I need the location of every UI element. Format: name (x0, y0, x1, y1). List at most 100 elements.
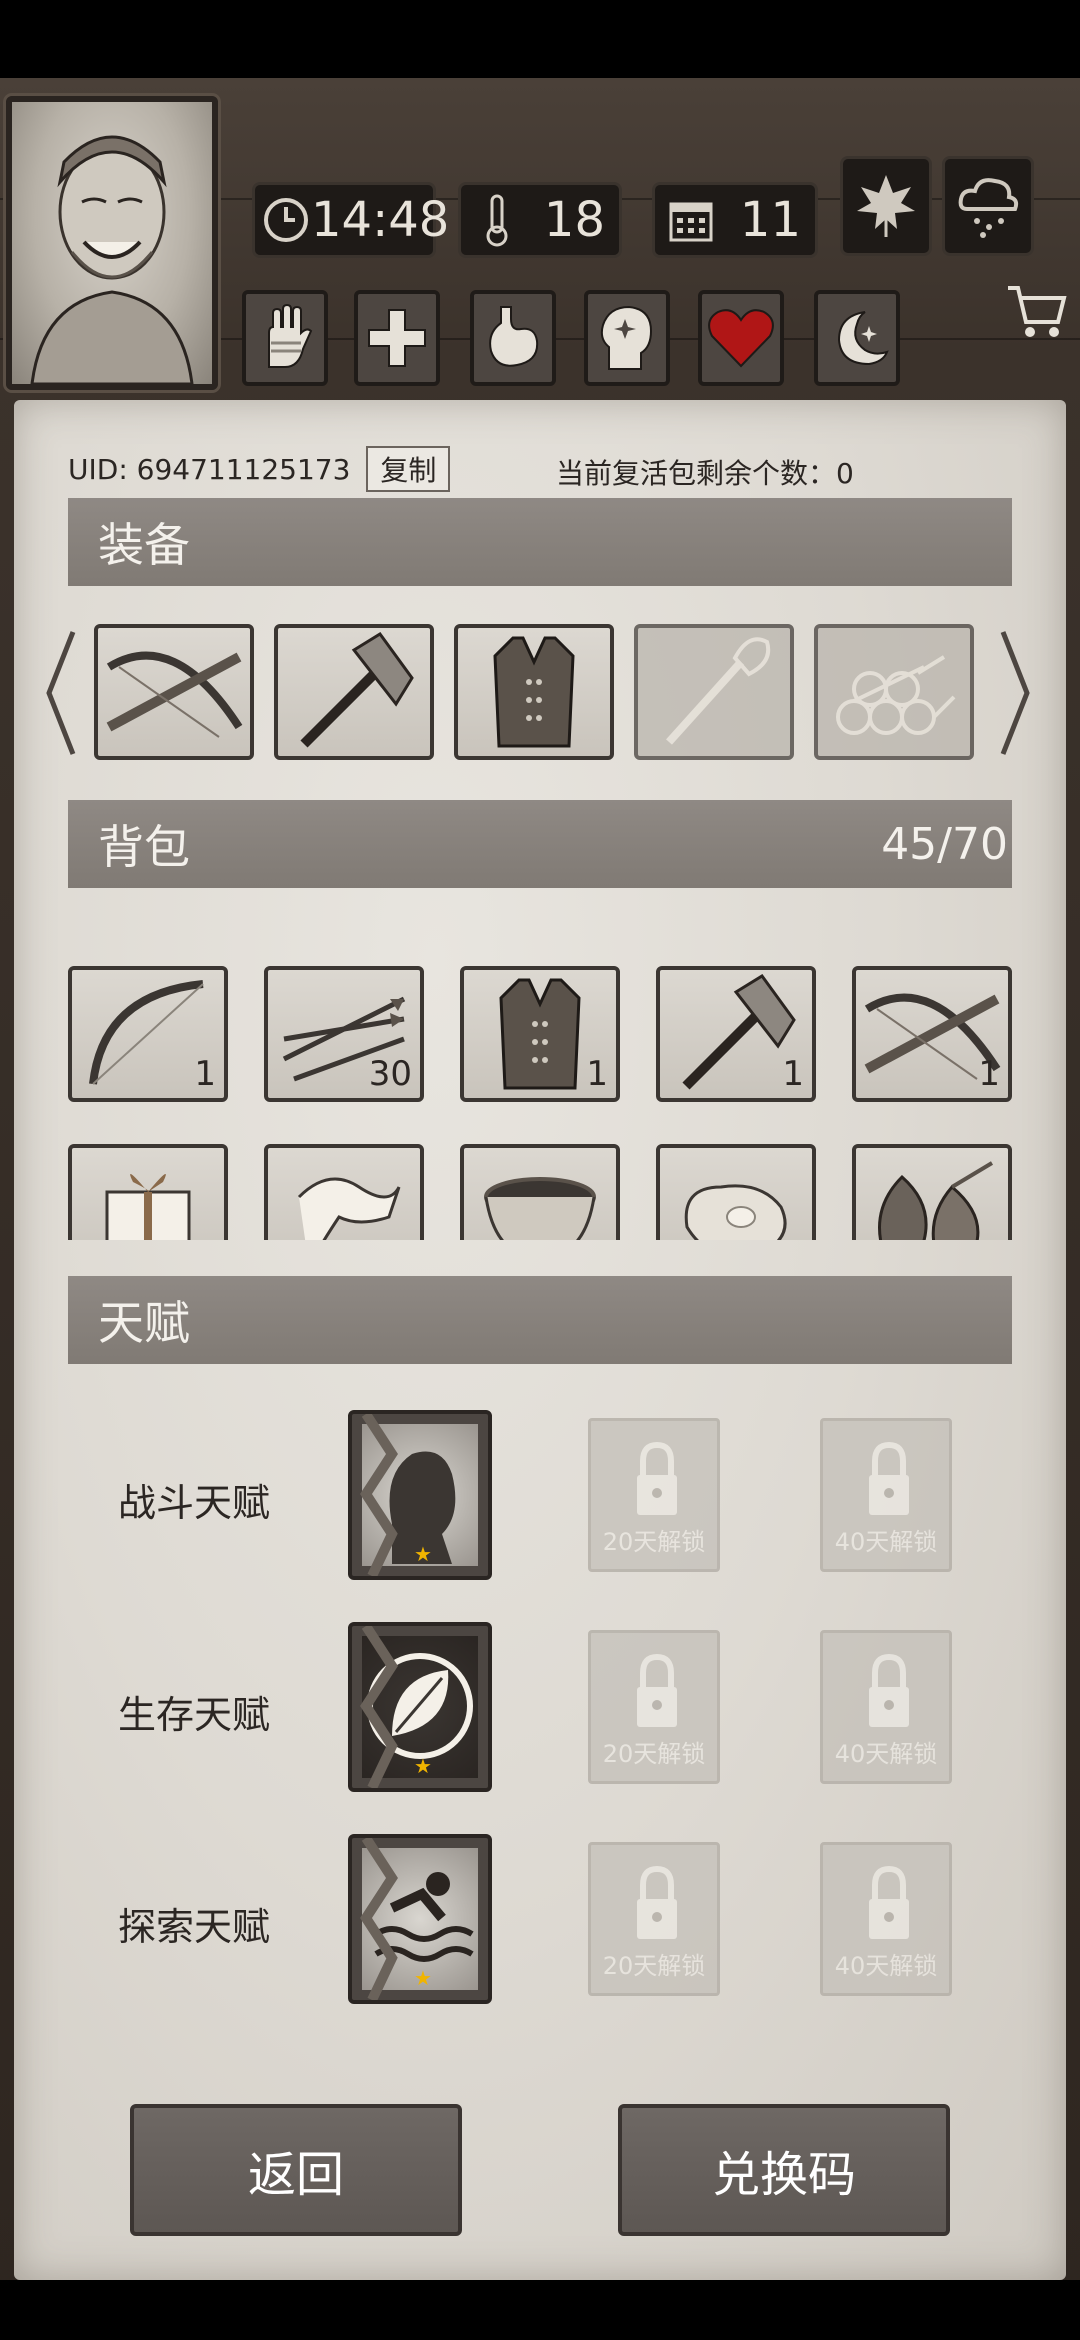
time-value: 14:48 (311, 192, 450, 248)
axe-icon (300, 632, 414, 748)
talent-locked-slot[interactable]: 40天解锁 (820, 1418, 952, 1572)
health-status-button[interactable] (354, 290, 440, 386)
calendar-icon (661, 190, 721, 250)
bag-slot-bow[interactable]: 1 (68, 966, 228, 1102)
talent-locked-slot[interactable]: 20天解锁 (588, 1418, 720, 1572)
chevron-right-icon (1000, 631, 1030, 755)
bandaged-hand-icon (268, 303, 313, 368)
back-button[interactable]: 返回 (130, 2104, 462, 2236)
star-icon: ★ (414, 1966, 432, 1990)
talent-locked-slot[interactable]: 40天解锁 (820, 1842, 952, 1996)
bag-slot-crossbow[interactable]: 1 (852, 966, 1012, 1102)
system-navigation-bar (0, 2280, 1080, 2340)
chevron-left-icon (46, 631, 76, 755)
bag-grid[interactable]: 1 30 1 1 1 (60, 960, 1020, 1240)
unlock-day-text: 20天解锁 (602, 1952, 706, 1980)
bag-title: 背包 (98, 820, 190, 874)
bag-slot-meat[interactable] (656, 1144, 816, 1240)
talents-title: 天赋 (98, 1296, 190, 1350)
talent-card-combat[interactable]: ★ (348, 1410, 492, 1580)
meat-icon (684, 1184, 787, 1240)
unlock-day-text: 20天解锁 (602, 1528, 706, 1556)
weather-indicator (942, 156, 1034, 256)
lock-icon (637, 1865, 677, 1939)
heart-status-button[interactable] (698, 290, 784, 386)
revive-pack-count: 当前复活包剩余个数：0 (556, 457, 854, 490)
temperature-display: 18 (458, 182, 622, 258)
stomach-icon (489, 306, 539, 367)
bag-capacity: 45/70 (881, 818, 1008, 870)
torch-icon (666, 637, 771, 745)
equipment-prev-arrow[interactable] (40, 628, 80, 758)
thermometer-icon (467, 190, 527, 250)
nuts-icon (878, 1161, 994, 1240)
stomach-status-button[interactable] (470, 290, 556, 386)
talents-header: 天赋 (68, 1276, 1012, 1364)
unlock-day-text: 40天解锁 (834, 1952, 938, 1980)
equipment-header: 装备 (68, 498, 1012, 586)
head-sparkle-icon (600, 305, 653, 370)
talent-row-label: 探索天赋 (118, 1905, 271, 1949)
bag-slot-nuts[interactable] (852, 1144, 1012, 1240)
equipment-slot-axe[interactable] (274, 624, 434, 760)
bag-slot-axe[interactable]: 1 (656, 966, 816, 1102)
equipment-next-arrow[interactable] (996, 628, 1036, 758)
lock-icon (869, 1865, 909, 1939)
season-indicator (840, 156, 932, 256)
equipment-slot-vest[interactable] (454, 624, 614, 760)
lock-icon (637, 1653, 677, 1727)
rain-cloud-icon (953, 169, 1023, 243)
maple-leaf-icon (851, 169, 921, 243)
sleep-status-button[interactable] (814, 290, 900, 386)
equipment-title: 装备 (98, 518, 190, 572)
uid-row: UID: 694711125173 复制 (68, 446, 451, 492)
item-quantity: 1 (194, 1054, 216, 1094)
talent-locked-slot[interactable]: 40天解锁 (820, 1630, 952, 1784)
item-quantity: 30 (368, 1054, 412, 1094)
star-icon: ★ (414, 1754, 432, 1778)
shop-cart-button[interactable] (1000, 276, 1072, 348)
item-quantity: 1 (782, 1054, 804, 1094)
cloth-icon (297, 1177, 401, 1240)
equipment-slot-logs[interactable] (814, 624, 974, 760)
bag-slot-arrows[interactable]: 30 (264, 966, 424, 1102)
crossbow-icon (106, 651, 243, 738)
talent-card-exploration[interactable]: ★ (348, 1834, 492, 2004)
equipment-slot-torch[interactable] (634, 624, 794, 760)
moon-star-icon (837, 311, 889, 366)
bag-slot-vest[interactable]: 1 (460, 966, 620, 1102)
redeem-code-button[interactable]: 兑换码 (618, 2104, 950, 2236)
lock-icon (637, 1441, 677, 1515)
unlock-day-text: 40天解锁 (834, 1740, 938, 1768)
item-quantity: 1 (978, 1054, 1000, 1094)
unlock-day-text: 20天解锁 (602, 1740, 706, 1768)
leather-vest-icon (499, 978, 581, 1090)
unlock-day-text: 40天解锁 (834, 1528, 938, 1556)
survivor-portrait-icon (30, 135, 194, 384)
lock-icon (869, 1441, 909, 1515)
medical-cross-icon (368, 309, 426, 367)
leather-vest-icon (493, 636, 575, 748)
mind-status-button[interactable] (584, 290, 670, 386)
bag-slot-gift-box[interactable] (68, 1144, 228, 1240)
bag-slot-cloth[interactable] (264, 1144, 424, 1240)
talent-locked-slot[interactable]: 20天解锁 (588, 1630, 720, 1784)
day-display: 11 (652, 182, 818, 258)
clock-icon (261, 190, 311, 250)
star-icon: ★ (414, 1542, 432, 1566)
lock-icon (869, 1653, 909, 1727)
hand-status-button[interactable] (242, 290, 328, 386)
talent-locked-slot[interactable]: 20天解锁 (588, 1842, 720, 1996)
uid-text: UID: 694711125173 (68, 452, 351, 486)
heart-icon (708, 309, 774, 368)
equipment-slot-crossbow[interactable] (94, 624, 254, 760)
talent-row-label: 生存天赋 (118, 1693, 271, 1737)
character-portrait[interactable] (6, 96, 218, 390)
logs-icon (836, 655, 956, 735)
temperature-value: 18 (543, 192, 605, 248)
talent-card-survival[interactable]: ★ (348, 1622, 492, 1792)
system-status-bar (0, 0, 1080, 78)
bag-slot-bowl[interactable] (460, 1144, 620, 1240)
copy-uid-button[interactable]: 复制 (366, 446, 451, 492)
talent-row-label: 战斗天赋 (118, 1481, 271, 1525)
